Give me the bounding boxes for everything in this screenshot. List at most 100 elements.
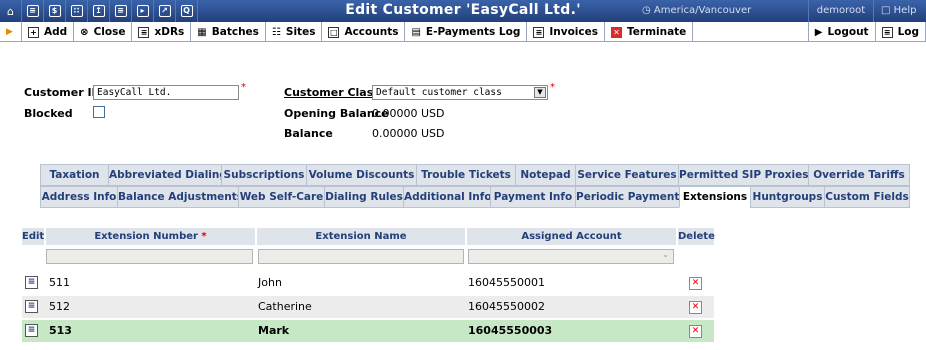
tab-row-1: Taxation Abbreviated Dialing Subscriptio… xyxy=(0,164,926,186)
help-label: Help xyxy=(893,5,917,16)
epayments-icon: ▤ xyxy=(411,26,421,38)
tab-balance-adjustments[interactable]: Balance Adjustments xyxy=(117,186,243,208)
extension-name-cell: Catherine xyxy=(258,300,312,313)
toolbar-spacer xyxy=(693,22,809,41)
grid-icon[interactable]: ∷ xyxy=(66,0,88,22)
terminate-icon: ✕ xyxy=(611,26,622,38)
epayments-label: E-Payments Log xyxy=(425,26,521,38)
assigned-account-cell: 16045550002 xyxy=(468,300,545,313)
customer-class-link[interactable]: Customer Class xyxy=(284,86,380,99)
terminate-button[interactable]: ✕ Terminate xyxy=(605,22,694,42)
epayments-log-button[interactable]: ▤ E-Payments Log xyxy=(405,22,528,42)
tab-permitted-sip-proxies[interactable]: Permitted SIP Proxies xyxy=(678,164,809,186)
tab-volume-discounts[interactable]: Volume Discounts xyxy=(306,164,417,186)
close-icon: ⊗ xyxy=(80,26,89,38)
dollar-icon[interactable]: $ xyxy=(44,0,66,22)
assigned-account-cell: 16045550003 xyxy=(468,324,553,337)
accounts-label: Accounts xyxy=(344,26,399,38)
tab-service-features[interactable]: Service Features xyxy=(575,164,679,186)
tab-periodic-payments[interactable]: Periodic Payments xyxy=(575,186,686,208)
tab-dialing-rules[interactable]: Dialing Rules xyxy=(324,186,404,208)
xdrs-icon: ≡ xyxy=(138,26,150,38)
extension-number-filter-input[interactable] xyxy=(46,249,253,264)
tab-extensions[interactable]: Extensions xyxy=(679,186,751,208)
tab-trouble-tickets[interactable]: Trouble Tickets xyxy=(416,164,516,186)
add-label: Add xyxy=(44,26,68,38)
toolbar: ▶ + Add ⊗ Close ≡ xDRs ▦ Batches ☷ Sites… xyxy=(0,22,926,42)
edit-icon[interactable]: ≡ xyxy=(25,300,38,313)
tab-notepad[interactable]: Notepad xyxy=(515,164,576,186)
search-icon[interactable]: Q xyxy=(176,0,198,22)
batches-label: Batches xyxy=(211,26,259,38)
log-icon: ≡ xyxy=(881,26,893,38)
close-button[interactable]: ⊗ Close xyxy=(74,22,133,42)
xdrs-button[interactable]: ≡ xDRs xyxy=(132,22,192,42)
extension-number-cell: 512 xyxy=(49,300,70,313)
log-button[interactable]: ≡ Log xyxy=(876,22,926,42)
edit-icon[interactable]: ≡ xyxy=(25,276,38,289)
extension-name-filter-input[interactable] xyxy=(258,249,464,264)
log-label: Log xyxy=(897,26,919,38)
column-header-extension-name[interactable]: Extension Name xyxy=(257,228,465,245)
delete-icon[interactable]: ✕ xyxy=(689,277,702,290)
opening-balance-value: 0.00000 USD xyxy=(372,107,445,120)
blocked-checkbox[interactable] xyxy=(93,106,105,118)
logout-label: Logout xyxy=(827,26,869,38)
customer-id-field[interactable]: EasyCall Ltd. xyxy=(93,85,239,100)
tab-override-tariffs[interactable]: Override Tariffs xyxy=(808,164,910,186)
sites-button[interactable]: ☷ Sites xyxy=(266,22,323,42)
close-label: Close xyxy=(93,26,126,38)
tab-address-info[interactable]: Address Info xyxy=(40,186,118,208)
extension-number-cell: 511 xyxy=(49,276,70,289)
column-header-extension-number[interactable]: Extension Number * xyxy=(46,228,255,245)
add-button[interactable]: + Add xyxy=(22,22,75,42)
timezone-label: America/Vancouver xyxy=(653,5,752,16)
tab-web-self-care[interactable]: Web Self-Care xyxy=(238,186,325,208)
user-name[interactable]: demoroot xyxy=(808,0,874,22)
nav-icons: ⌂ ≡ $ ∷ ↥ ≡ ▸ ↗ Q xyxy=(0,0,198,22)
assigned-account-cell: 16045550001 xyxy=(468,276,545,289)
tab-huntgroups[interactable]: Huntgroups xyxy=(750,186,825,208)
title-bar: ⌂ ≡ $ ∷ ↥ ≡ ▸ ↗ Q Edit Customer 'EasyCal… xyxy=(0,0,926,22)
required-mark: * xyxy=(241,82,246,93)
balance-label: Balance xyxy=(284,127,333,140)
chevron-down-icon[interactable]: ▼ xyxy=(534,87,546,98)
tab-taxation[interactable]: Taxation xyxy=(40,164,109,186)
chevron-down-icon: ⌄ xyxy=(662,250,669,259)
delete-icon[interactable]: ✕ xyxy=(689,325,702,338)
customer-id-label: Customer ID xyxy=(24,86,101,99)
add-icon: + xyxy=(28,26,39,38)
batches-button[interactable]: ▦ Batches xyxy=(191,22,266,42)
play-icon[interactable]: ▶ xyxy=(0,22,22,42)
required-mark-class: * xyxy=(550,82,555,93)
edit-icon[interactable]: ≡ xyxy=(25,324,38,337)
logout-button[interactable]: ▶ Logout xyxy=(809,22,876,42)
tab-additional-info[interactable]: Additional Info xyxy=(403,186,492,208)
accounts-icon: □ xyxy=(328,26,340,38)
column-header-edit: Edit xyxy=(22,228,44,245)
tab-payment-info[interactable]: Payment Info xyxy=(490,186,576,208)
invoices-label: Invoices xyxy=(549,26,598,38)
blocked-label: Blocked xyxy=(24,107,73,120)
invoices-button[interactable]: ≡ Invoices xyxy=(527,22,605,42)
table-row: ≡ 511 John 16045550001 ✕ xyxy=(22,272,714,294)
logout-icon: ▶ xyxy=(814,26,823,38)
home-icon[interactable]: ⌂ xyxy=(0,0,22,22)
forward-icon[interactable]: ▸ xyxy=(132,0,154,22)
extension-number-cell: 513 xyxy=(49,324,72,337)
assigned-account-filter-select[interactable]: ⌄ xyxy=(468,249,674,264)
customer-class-select[interactable]: Default customer class xyxy=(372,85,548,100)
extension-name-cell: John xyxy=(258,276,282,289)
rates-icon[interactable]: ≡ xyxy=(110,0,132,22)
timezone-display[interactable]: ◷ America/Vancouver xyxy=(642,5,751,16)
chart-icon[interactable]: ↗ xyxy=(154,0,176,22)
help-link[interactable]: □ Help xyxy=(881,5,916,16)
column-header-assigned-account[interactable]: Assigned Account xyxy=(467,228,676,245)
list-icon[interactable]: ≡ xyxy=(22,0,44,22)
delete-icon[interactable]: ✕ xyxy=(689,301,702,314)
tab-subscriptions[interactable]: Subscriptions xyxy=(221,164,307,186)
tab-abbreviated-dialing[interactable]: Abbreviated Dialing xyxy=(108,164,227,186)
accounts-button[interactable]: □ Accounts xyxy=(322,22,406,42)
upload-icon[interactable]: ↥ xyxy=(88,0,110,22)
tab-custom-fields[interactable]: Custom Fields xyxy=(824,186,910,208)
